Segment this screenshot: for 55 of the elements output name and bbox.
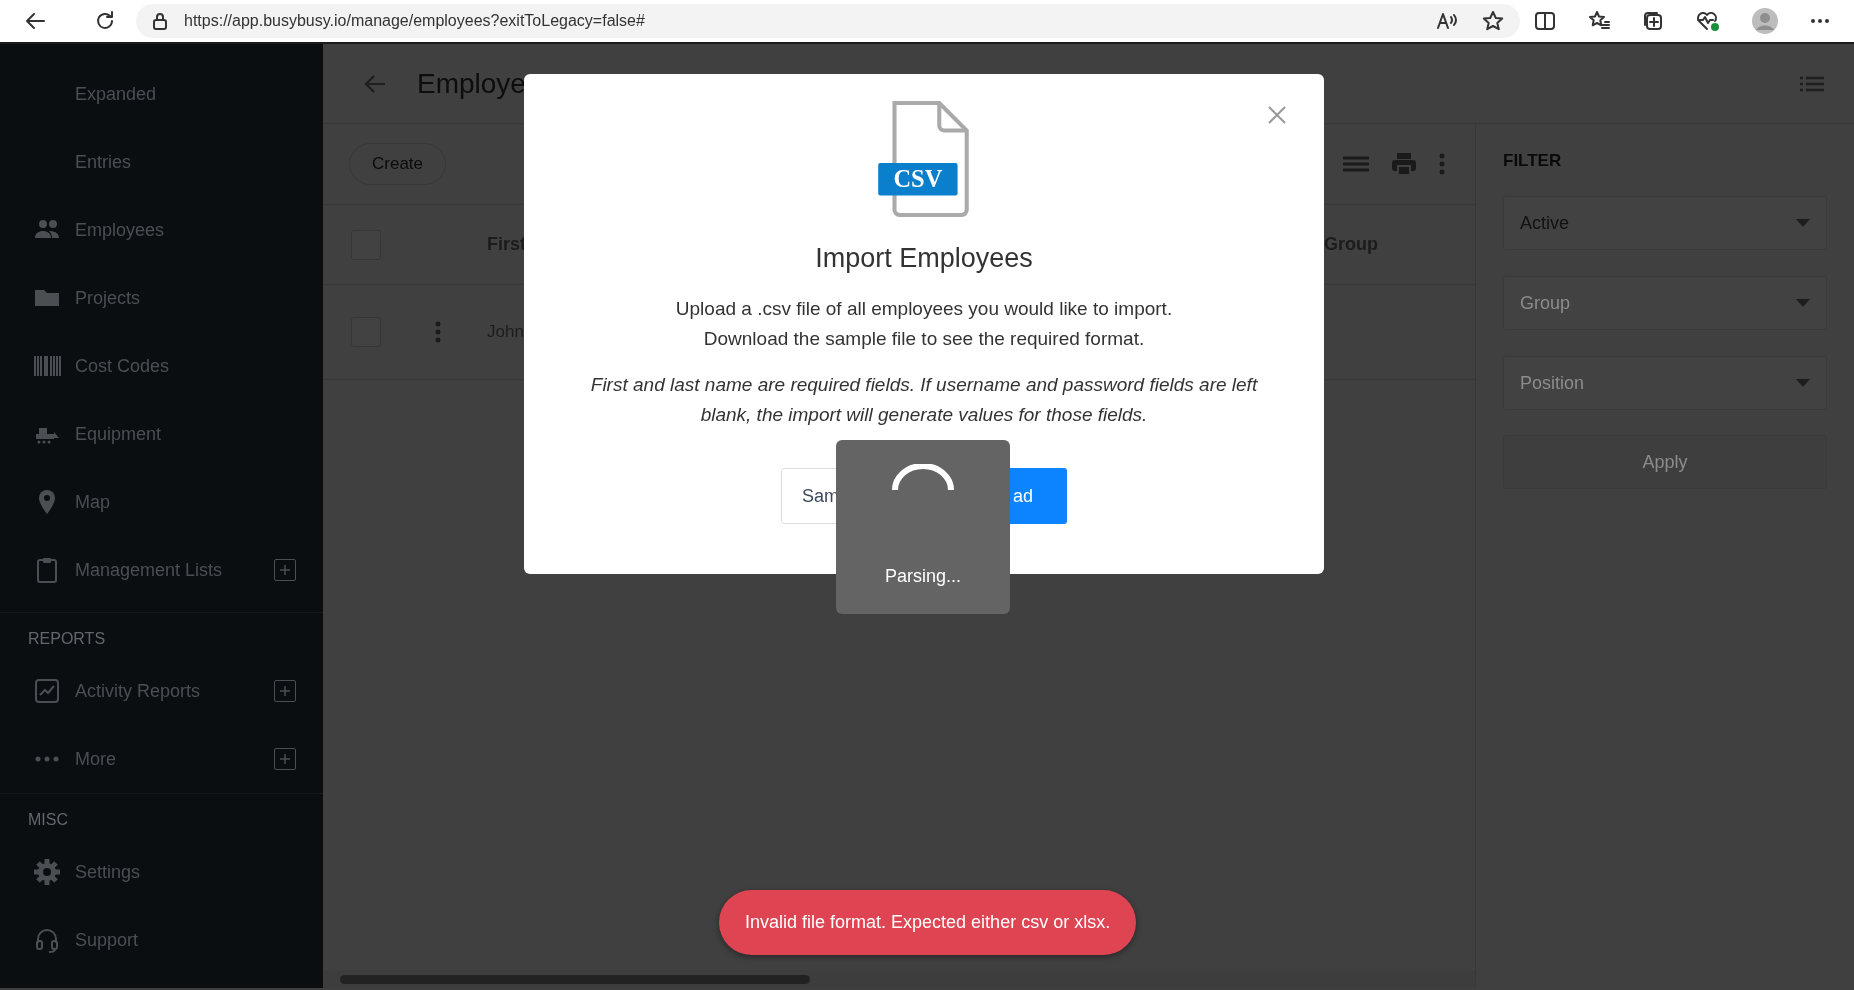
plus-icon <box>279 685 291 697</box>
sidebar-item[interactable]: Employees <box>0 196 323 264</box>
row-menu-icon[interactable] <box>435 321 441 343</box>
print-icon[interactable] <box>1391 152 1417 176</box>
loading-label: Parsing... <box>884 565 961 588</box>
filter-dropdown[interactable]: Group <box>1503 276 1827 330</box>
expand-toggle[interactable] <box>274 748 296 770</box>
dialog-text: Download the sample file to see the required format. <box>703 327 1145 351</box>
back-arrow-icon[interactable] <box>363 72 387 95</box>
more-options-icon[interactable] <box>1439 153 1445 175</box>
close-icon <box>1268 105 1286 124</box>
sidebar-item[interactable]: Map <box>0 468 323 536</box>
dots-icon <box>33 755 61 763</box>
gear-icon <box>33 858 61 886</box>
collections-icon[interactable] <box>1642 10 1664 32</box>
heart-pulse-icon[interactable] <box>1696 10 1720 32</box>
plus-icon <box>279 564 291 576</box>
expand-toggle[interactable] <box>274 559 296 581</box>
sidebar-item[interactable]: Projects <box>0 264 323 332</box>
read-aloud-icon[interactable] <box>1436 11 1458 31</box>
avatar-icon[interactable] <box>1752 8 1778 34</box>
section-heading: REPORTS <box>27 629 107 649</box>
caret-icon <box>1796 379 1810 387</box>
sidebar-item[interactable]: More <box>0 725 323 793</box>
menu-icon[interactable] <box>1343 156 1369 172</box>
sidebar-item[interactable]: Support <box>0 906 323 974</box>
sidebar-item[interactable]: Expanded <box>0 60 323 128</box>
section-heading: MISC <box>27 810 69 830</box>
sidebar-item[interactable]: Cost Codes <box>0 332 323 400</box>
sidebar-item[interactable]: Management Lists <box>0 536 323 604</box>
star-icon[interactable] <box>1482 10 1504 32</box>
headset-icon <box>33 926 61 954</box>
scrollbar-thumb[interactable] <box>340 974 810 984</box>
back-icon[interactable] <box>24 10 46 32</box>
split-screen-icon[interactable] <box>1534 10 1556 32</box>
sidebar-item[interactable]: Settings <box>0 838 323 906</box>
more-icon[interactable] <box>1810 18 1830 24</box>
list-view-icon[interactable] <box>1800 75 1824 92</box>
sidebar-item[interactable]: Equipment <box>0 400 323 468</box>
caret-icon <box>1796 299 1810 307</box>
dialog-text: Upload a .csv file of all employees you would like to import. <box>675 297 1173 321</box>
plus-icon <box>279 753 291 765</box>
favorites-icon[interactable] <box>1588 10 1610 32</box>
apply-button[interactable]: Apply <box>1503 435 1827 489</box>
dialog-title: Import Employees <box>815 242 1033 274</box>
caret-icon <box>1796 219 1810 227</box>
error-toast: Invalid file format. Expected either csv or xlsx. <box>719 890 1137 955</box>
sidebar-item[interactable]: Activity Reports <box>0 657 323 725</box>
sidebar-item[interactable]: Entries <box>0 128 323 196</box>
filter-dropdown[interactable]: Position <box>1503 356 1827 410</box>
dialog-note: First and last name are required fields. If username and password fields are left blank, the import will generate values for those fields. <box>589 373 1259 427</box>
lock-icon <box>152 12 168 30</box>
chart-icon <box>33 677 61 705</box>
expand-toggle[interactable] <box>274 680 296 702</box>
refresh-icon[interactable] <box>94 10 116 32</box>
